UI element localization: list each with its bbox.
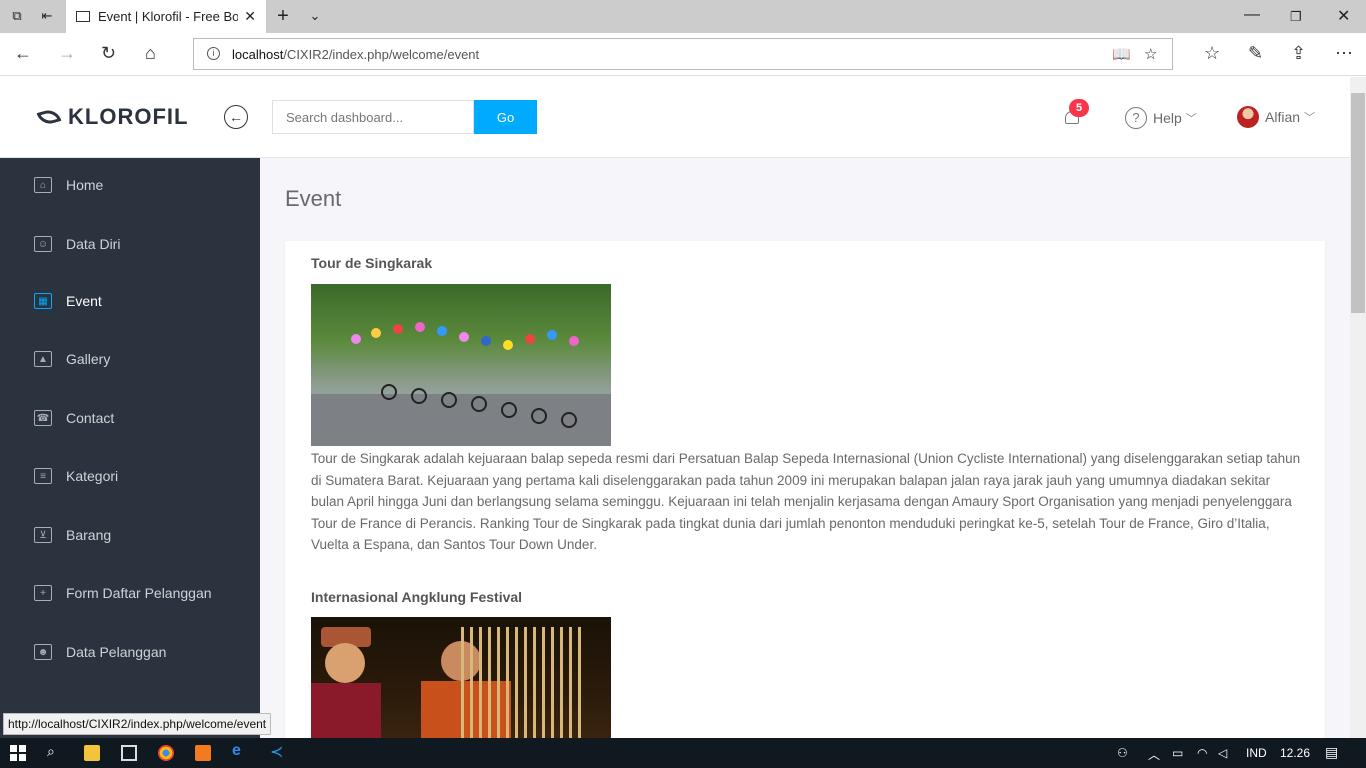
battery-icon[interactable]: ▭ <box>1172 746 1183 760</box>
back-icon[interactable]: ← <box>14 43 32 64</box>
reading-view-icon[interactable]: 📖 <box>1112 45 1131 63</box>
help-menu[interactable]: ? Help ﹀ <box>1125 107 1197 129</box>
sidebar-item-label: Home <box>66 177 104 193</box>
sidebar-item-kategori[interactable]: ≡ Kategori <box>0 456 260 496</box>
scrollbar-thumb[interactable] <box>1351 93 1365 313</box>
vscode-icon[interactable]: ≺ <box>270 742 286 761</box>
chevron-down-icon: ﹀ <box>1304 112 1316 124</box>
browser-tab-bar: ⧉ ⇤ Event | Klorofil - Free Bo ✕ + ⌄ — ❐… <box>0 0 1366 33</box>
tab-title: Event | Klorofil - Free Bo <box>98 9 238 24</box>
url-field[interactable]: i localhost/CIXIR2/index.php/welcome/eve… <box>193 38 1173 70</box>
sidebar-item-label: Contact <box>66 410 115 426</box>
windows-taskbar: ⌕ e ≺ ⚇ ︿ ▭ ◠ ◁ IND 12.26 ▤ <box>0 738 1366 768</box>
sidebar-item-contact[interactable]: ☎ Contact <box>0 398 260 438</box>
language-indicator[interactable]: IND <box>1246 746 1267 760</box>
refresh-icon[interactable]: ↻ <box>101 43 116 64</box>
help-icon: ? <box>1125 107 1147 129</box>
page-icon <box>76 11 90 22</box>
user-icon: ☺ <box>34 236 52 252</box>
calendar-icon: ▦ <box>34 293 52 309</box>
event-image-angklung <box>311 617 611 738</box>
close-tab-icon[interactable]: ✕ <box>244 8 256 25</box>
event-title: Internasional Angklung Festival <box>311 589 523 605</box>
search-input[interactable] <box>272 100 474 134</box>
wifi-icon[interactable]: ◠ <box>1197 746 1207 760</box>
notes-icon[interactable]: ✎ <box>1248 43 1263 64</box>
user-name: Alfian <box>1265 109 1301 125</box>
cart-icon: ⊻ <box>34 527 52 543</box>
list-icon: ≡ <box>34 468 52 484</box>
brand-logo[interactable]: KLOROFIL <box>36 104 189 130</box>
tab-preview-icon[interactable]: ⌄ <box>306 8 324 24</box>
add-favorite-icon[interactable]: ☆ <box>1144 45 1157 63</box>
file-add-icon: + <box>34 585 52 601</box>
xampp-icon[interactable] <box>195 745 211 761</box>
mail-icon[interactable] <box>121 745 137 761</box>
edge-icon[interactable]: e <box>232 742 248 759</box>
leaf-icon <box>36 107 62 127</box>
windows-start-icon[interactable] <box>10 745 26 761</box>
sidebar-item-label: Event <box>66 293 102 309</box>
phone-icon: ☎ <box>34 410 52 426</box>
sidebar-item-barang[interactable]: ⊻ Barang <box>0 515 260 555</box>
sidebar-item-home[interactable]: ⌂ Home <box>0 165 260 205</box>
clock[interactable]: 12.26 <box>1280 746 1310 760</box>
sidebar-toggle-button[interactable]: ← <box>224 105 248 129</box>
set-tabs-aside-icon[interactable]: ⇤ <box>38 8 56 24</box>
event-title: Tour de Singkarak <box>311 255 433 271</box>
search-icon[interactable]: ⌕ <box>47 743 63 759</box>
sidebar-item-label: Kategori <box>66 468 119 484</box>
page-title: Event <box>285 186 342 211</box>
browser-tab[interactable]: Event | Klorofil - Free Bo ✕ <box>66 0 266 33</box>
sidebar-item-event[interactable]: ▦ Event <box>0 281 260 321</box>
chevron-down-icon: ﹀ <box>1185 113 1197 125</box>
new-tab-icon[interactable]: + <box>274 5 292 27</box>
notification-badge: 5 <box>1069 99 1089 117</box>
avatar <box>1237 106 1259 128</box>
event-description: Tour de Singkarak adalah kejuaraan balap… <box>311 451 1301 553</box>
sidebar-item-label: Form Daftar Pelanggan <box>66 585 212 601</box>
status-bar-link: http://localhost/CIXIR2/index.php/welcom… <box>3 713 272 735</box>
sidebar-item-data-diri[interactable]: ☺ Data Diri <box>0 224 260 264</box>
sidebar: ⌂ Home ☺ Data Diri ▦ Event ▲ Gallery ☎ Contac… <box>0 158 260 738</box>
sidebar-item-data-pelanggan[interactable]: ☻ Data Pelanggan <box>0 632 260 672</box>
home-icon: ⌂ <box>34 177 52 193</box>
people-icon[interactable]: ⚇ <box>1117 746 1128 760</box>
users-icon: ☻ <box>34 644 52 660</box>
sidebar-item-label: Data Pelanggan <box>66 644 167 660</box>
site-info-icon[interactable]: i <box>207 47 220 60</box>
sidebar-item-label: Data Diri <box>66 236 121 252</box>
restore-icon[interactable]: ❐ <box>1290 9 1302 25</box>
home-browser-icon[interactable]: ⌂ <box>145 43 156 64</box>
user-menu[interactable]: Alfian ﹀ <box>1237 106 1315 128</box>
sidebar-item-label: Barang <box>66 527 112 543</box>
window-close-icon[interactable]: ✕ <box>1337 6 1350 26</box>
go-button[interactable]: Go <box>474 100 537 134</box>
sidebar-item-form-daftar-pelanggan[interactable]: + Form Daftar Pelanggan <box>0 573 260 613</box>
logo-text: KLOROFIL <box>68 104 189 129</box>
sidebar-item-gallery[interactable]: ▲ Gallery <box>0 339 260 379</box>
favorites-icon[interactable]: ☆ <box>1204 43 1220 64</box>
volume-icon[interactable]: ◁ <box>1218 746 1227 760</box>
tab-actions-icon[interactable]: ⧉ <box>8 8 26 24</box>
url-text: localhost/CIXIR2/index.php/welcome/event <box>232 47 480 62</box>
forward-icon[interactable]: → <box>58 43 76 64</box>
more-icon[interactable]: ⋯ <box>1335 43 1353 64</box>
help-label: Help <box>1153 110 1182 126</box>
sidebar-item-label: Gallery <box>66 351 111 367</box>
chrome-icon[interactable] <box>158 745 174 761</box>
file-explorer-icon[interactable] <box>84 745 100 761</box>
tray-chevron-icon[interactable]: ︿ <box>1148 746 1160 763</box>
share-icon[interactable]: ⇪ <box>1291 43 1306 64</box>
minimize-icon[interactable]: — <box>1244 6 1260 24</box>
action-center-icon[interactable]: ▤ <box>1325 744 1338 761</box>
event-image-cycling <box>311 284 611 446</box>
image-icon: ▲ <box>34 351 52 367</box>
